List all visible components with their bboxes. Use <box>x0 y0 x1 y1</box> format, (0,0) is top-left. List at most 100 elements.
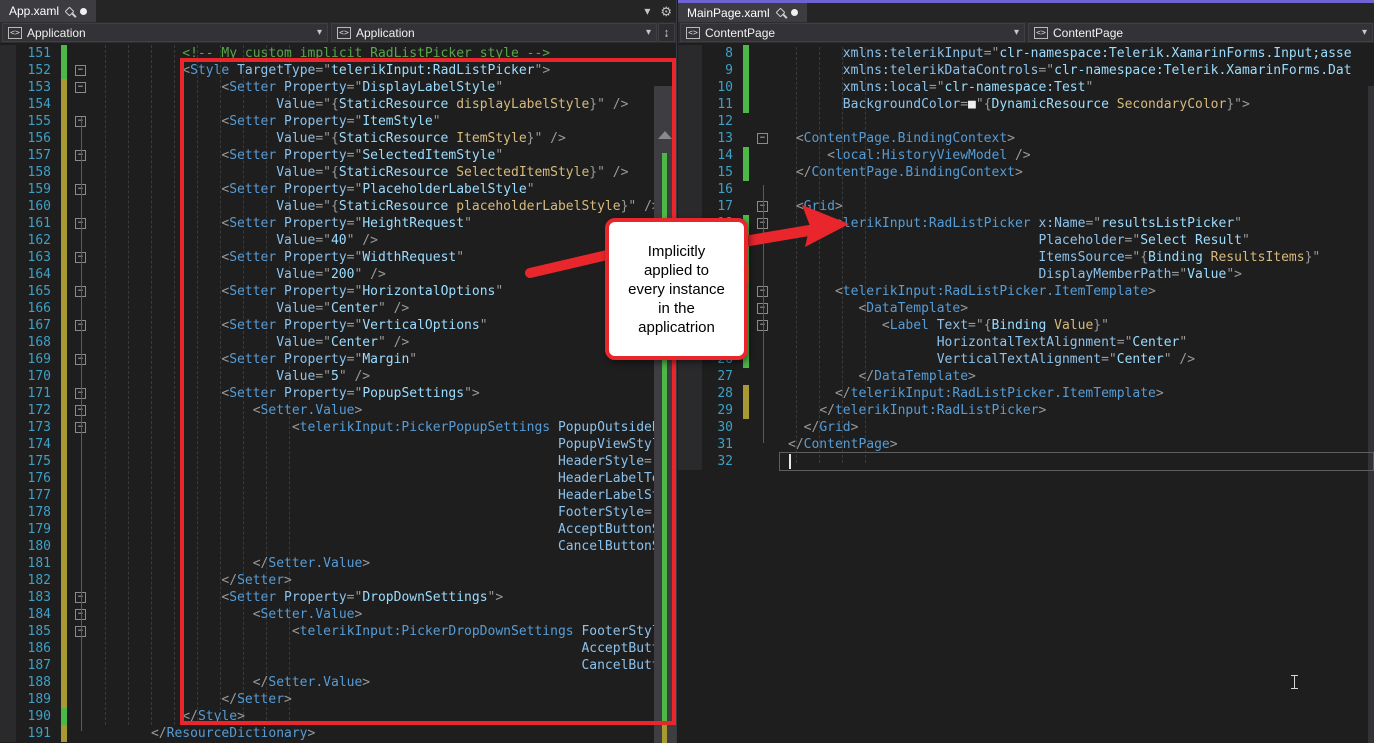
code-line[interactable]: 183− <Setter Property="DropDownSettings"… <box>0 589 676 606</box>
breakpoint-margin[interactable] <box>0 555 16 572</box>
code-line[interactable]: 26 VerticalTextAlignment="Center" /> <box>678 351 1374 368</box>
chevron-down-icon[interactable] <box>1362 27 1367 38</box>
code-line[interactable]: 180 CancelButtonStyl <box>0 538 676 555</box>
tab-app-xaml[interactable]: App.xaml <box>0 0 96 22</box>
breakpoint-margin[interactable] <box>0 351 16 368</box>
code-line[interactable]: 190 </Style> <box>0 708 676 725</box>
code-line[interactable]: 170 Value="5" /> <box>0 368 676 385</box>
code-line[interactable]: 179 AcceptButtonStyl <box>0 521 676 538</box>
breakpoint-margin[interactable] <box>678 130 702 147</box>
code-line[interactable]: 191 </ResourceDictionary> <box>0 725 676 742</box>
code-text[interactable]: <Label Text="{Binding Value}" <box>774 317 1374 334</box>
tab-list-chevron-icon[interactable] <box>644 4 650 20</box>
breakpoint-margin[interactable] <box>0 283 16 300</box>
code-line[interactable]: 164 Value="200" /> <box>0 266 676 283</box>
code-line[interactable]: 18− <telerikInput:RadListPicker x:Name="… <box>678 215 1374 232</box>
code-line[interactable]: 181 </Setter.Value> <box>0 555 676 572</box>
breakpoint-margin[interactable] <box>678 181 702 198</box>
breakpoint-margin[interactable] <box>0 402 16 419</box>
code-line[interactable]: 8 xmlns:telerikInput="clr-namespace:Tele… <box>678 45 1374 62</box>
code-line[interactable]: 153− <Setter Property="DisplayLabelStyle… <box>0 79 676 96</box>
breakpoint-margin[interactable] <box>678 198 702 215</box>
code-text[interactable]: AcceptButtonS <box>92 640 676 657</box>
code-line[interactable]: 187 CancelButtonS <box>0 657 676 674</box>
code-line[interactable]: 25 HorizontalTextAlignment="Center" <box>678 334 1374 351</box>
code-text[interactable]: Value="{StaticResource ItemStyle}" /> <box>92 130 676 147</box>
code-text[interactable]: </Setter> <box>92 691 676 708</box>
code-line[interactable]: 16 <box>678 181 1374 198</box>
breakpoint-margin[interactable] <box>0 215 16 232</box>
breakpoint-margin[interactable] <box>0 521 16 538</box>
breakpoint-margin[interactable] <box>0 368 16 385</box>
code-line[interactable]: 175 HeaderStyle="{St <box>0 453 676 470</box>
code-line[interactable]: 169− <Setter Property="Margin" <box>0 351 676 368</box>
code-line[interactable]: 17− <Grid> <box>678 198 1374 215</box>
code-line[interactable]: 161− <Setter Property="HeightRequest" <box>0 215 676 232</box>
code-line[interactable]: 29 </telerikInput:RadListPicker> <box>678 402 1374 419</box>
code-text[interactable]: <telerikInput:PickerPopupSettings PopupO… <box>92 419 676 436</box>
code-line[interactable]: 21 DisplayMemberPath="Value"> <box>678 266 1374 283</box>
code-line[interactable]: 168 Value="Center" /> <box>0 334 676 351</box>
breakpoint-margin[interactable] <box>0 147 16 164</box>
breakpoint-margin[interactable] <box>678 79 702 96</box>
breakpoint-margin[interactable] <box>0 436 16 453</box>
code-text[interactable]: <Setter Property="PopupSettings"> <box>92 385 676 402</box>
code-line[interactable]: 155− <Setter Property="ItemStyle" <box>0 113 676 130</box>
code-text[interactable]: Value="40" /> <box>92 232 676 249</box>
code-text[interactable]: <Grid> <box>774 198 1374 215</box>
code-line[interactable]: 22− <telerikInput:RadListPicker.ItemTemp… <box>678 283 1374 300</box>
breakpoint-margin[interactable] <box>0 300 16 317</box>
code-text[interactable]: Value="200" /> <box>92 266 676 283</box>
code-line[interactable]: 172− <Setter.Value> <box>0 402 676 419</box>
code-text[interactable]: </Setter.Value> <box>92 674 676 691</box>
code-text[interactable]: </ContentPage> <box>774 436 1374 453</box>
code-text[interactable]: </telerikInput:RadListPicker> <box>774 402 1374 419</box>
code-text[interactable]: <DataTemplate> <box>774 300 1374 317</box>
code-text[interactable]: Value="{StaticResource placeholderLabelS… <box>92 198 676 215</box>
code-text[interactable]: </Setter> <box>92 572 676 589</box>
code-line[interactable]: 158 Value="{StaticResource SelectedItemS… <box>0 164 676 181</box>
code-text[interactable]: <Setter Property="HorizontalOptions" <box>92 283 676 300</box>
breakpoint-margin[interactable] <box>0 589 16 606</box>
breakpoint-margin[interactable] <box>0 232 16 249</box>
code-text[interactable]: FooterStyle="{St <box>92 504 676 521</box>
code-line[interactable]: 14 <local:HistoryViewModel /> <box>678 147 1374 164</box>
breakpoint-margin[interactable] <box>678 368 702 385</box>
code-text[interactable]: </ContentPage.BindingContext> <box>774 164 1374 181</box>
breakpoint-margin[interactable] <box>678 453 702 470</box>
code-text[interactable]: HeaderLabelText= <box>92 470 676 487</box>
code-text[interactable]: AcceptButtonStyl <box>92 521 676 538</box>
code-text[interactable]: <Setter Property="DropDownSettings"> <box>92 589 676 606</box>
breakpoint-margin[interactable] <box>0 572 16 589</box>
code-text[interactable]: <Setter Property="PlaceholderLabelStyle" <box>92 181 676 198</box>
breakpoint-margin[interactable] <box>0 470 16 487</box>
collapse-box[interactable]: − <box>75 65 86 76</box>
code-text[interactable]: HeaderStyle="{St <box>92 453 676 470</box>
breakpoint-margin[interactable] <box>678 62 702 79</box>
breakpoint-margin[interactable] <box>678 45 702 62</box>
code-text[interactable]: CancelButtonS <box>92 657 676 674</box>
breakpoint-margin[interactable] <box>678 164 702 181</box>
pin-icon[interactable] <box>775 8 785 18</box>
code-line[interactable]: 30 </Grid> <box>678 419 1374 436</box>
breakpoint-margin[interactable] <box>0 198 16 215</box>
breakpoint-margin[interactable] <box>678 113 702 130</box>
breakpoint-margin[interactable] <box>0 164 16 181</box>
breakpoint-margin[interactable] <box>0 79 16 96</box>
breakpoint-margin[interactable] <box>0 504 16 521</box>
code-text[interactable]: <Setter Property="SelectedItemStyle" <box>92 147 676 164</box>
breakpoint-margin[interactable] <box>678 96 702 113</box>
code-text[interactable]: </telerikInput:RadListPicker.ItemTemplat… <box>774 385 1374 402</box>
code-line[interactable]: 13− <ContentPage.BindingContext> <box>678 130 1374 147</box>
code-text[interactable]: Value="{StaticResource SelectedItemStyle… <box>92 164 676 181</box>
code-text[interactable] <box>774 113 1374 130</box>
code-text[interactable]: </Grid> <box>774 419 1374 436</box>
code-text[interactable]: BackgroundColor=■"{DynamicResource Secon… <box>774 96 1374 113</box>
breakpoint-margin[interactable] <box>0 317 16 334</box>
chevron-down-icon[interactable] <box>317 27 322 38</box>
code-editor-left[interactable]: 151 <!-- My custom implicit RadListPicke… <box>0 43 676 743</box>
breakpoint-margin[interactable] <box>0 45 16 62</box>
code-line[interactable]: 167− <Setter Property="VerticalOptions" <box>0 317 676 334</box>
code-line[interactable]: 159− <Setter Property="PlaceholderLabelS… <box>0 181 676 198</box>
code-line[interactable]: 176 HeaderLabelText= <box>0 470 676 487</box>
